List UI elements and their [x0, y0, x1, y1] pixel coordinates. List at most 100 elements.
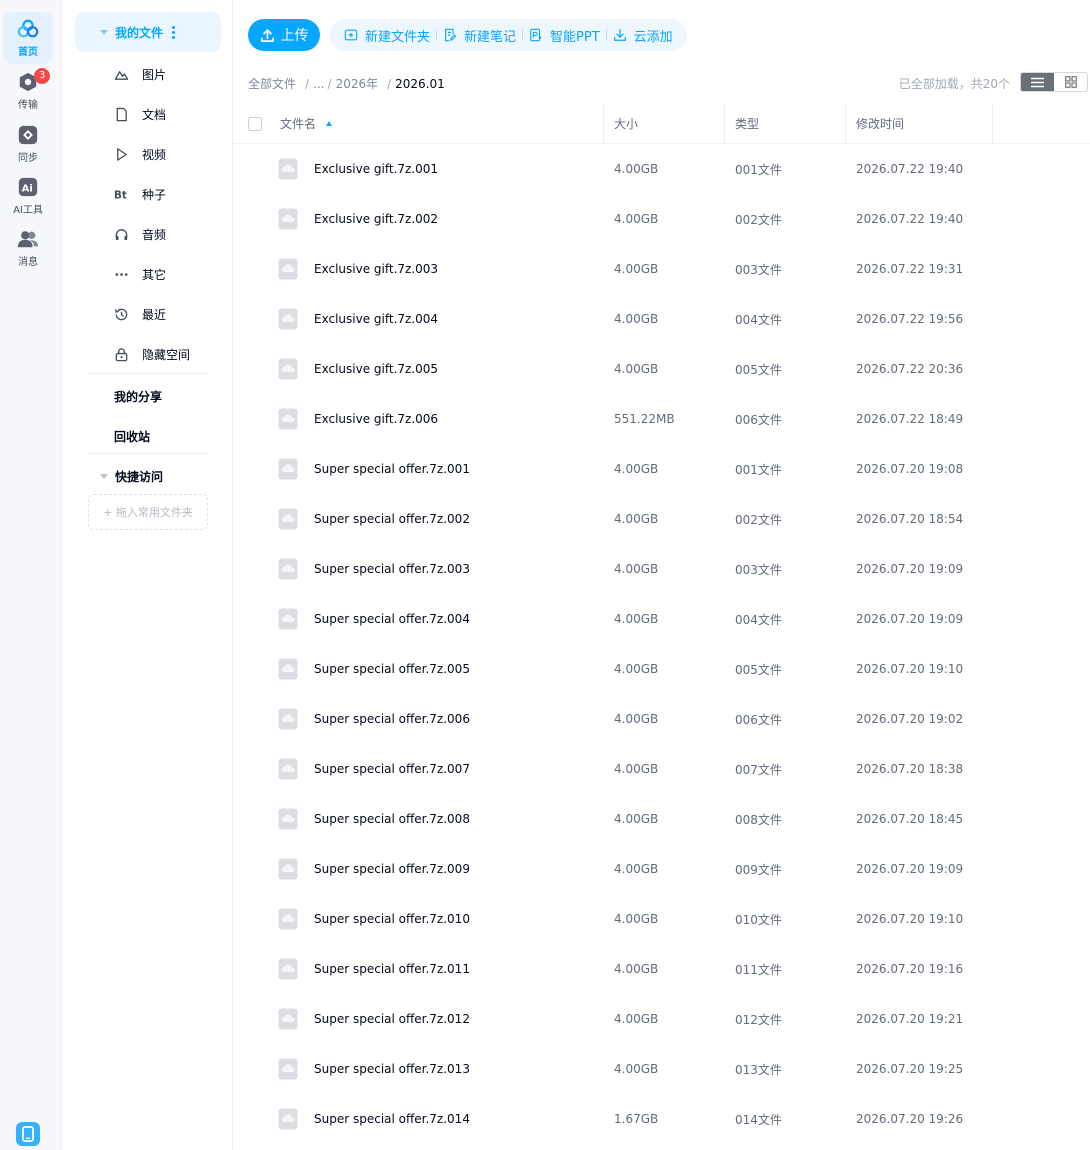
breadcrumb-ellipsis[interactable]: ...	[313, 77, 324, 91]
column-name[interactable]: 文件名	[280, 103, 333, 144]
file-name[interactable]: Exclusive gift.7z.002	[314, 194, 438, 244]
device-button[interactable]	[16, 1122, 40, 1146]
sidebar-item-my-share[interactable]: 我的分享	[114, 388, 162, 405]
rail-transfer[interactable]: 传输 3	[3, 65, 53, 117]
rail-ai-tools[interactable]: Ai AI工具	[3, 170, 53, 222]
table-row[interactable]: Exclusive gift.7z.001 4.00GB 001文件 2026.07.…	[233, 144, 1090, 194]
file-type: 014文件	[735, 1112, 782, 1127]
file-type: 002文件	[735, 512, 782, 527]
device-icon	[22, 1126, 34, 1142]
file-name[interactable]: Super special offer.7z.014	[314, 1094, 470, 1144]
file-name[interactable]: Exclusive gift.7z.003	[314, 244, 438, 294]
column-divider[interactable]	[603, 103, 604, 144]
message-icon	[17, 231, 39, 248]
breadcrumb-year[interactable]: 2026年	[336, 75, 379, 92]
table-row[interactable]: Super special offer.7z.010 4.00GB 010文件 202…	[233, 894, 1090, 944]
sidebar-my-files[interactable]: 我的文件	[75, 12, 221, 52]
select-all-checkbox[interactable]	[248, 116, 262, 131]
table-row[interactable]: Super special offer.7z.011 4.00GB 011文件 202…	[233, 944, 1090, 994]
table-row[interactable]: Exclusive gift.7z.005 4.00GB 005文件 2026.07.…	[233, 344, 1090, 394]
file-name[interactable]: Super special offer.7z.009	[314, 844, 470, 894]
file-name[interactable]: Super special offer.7z.004	[314, 594, 470, 644]
column-divider[interactable]	[724, 103, 725, 144]
file-size: 4.00GB	[614, 762, 659, 776]
column-divider[interactable]	[845, 103, 846, 144]
smart-ppt-button[interactable]: 智能PPT	[523, 19, 606, 51]
table-row[interactable]: Exclusive gift.7z.004 4.00GB 004文件 2026.07.…	[233, 294, 1090, 344]
sidebar-item-videos[interactable]: 视频	[114, 139, 224, 169]
table-row[interactable]: Super special offer.7z.001 4.00GB 001文件 202…	[233, 444, 1090, 494]
list-view-button[interactable]	[1021, 73, 1054, 91]
file-name[interactable]: Exclusive gift.7z.005	[314, 344, 438, 394]
file-name[interactable]: Super special offer.7z.007	[314, 744, 470, 794]
sidebar-item-audio[interactable]: 音频	[114, 219, 224, 249]
file-name[interactable]: Super special offer.7z.001	[314, 444, 470, 494]
sidebar-divider	[88, 373, 208, 374]
table-row[interactable]: Super special offer.7z.006 4.00GB 006文件 202…	[233, 694, 1090, 744]
sidebar-quick-access[interactable]: 快捷访问	[100, 468, 163, 485]
file-name[interactable]: Super special offer.7z.010	[314, 894, 470, 944]
sidebar-item-hidden-space[interactable]: 隐藏空间	[114, 339, 224, 369]
file-name[interactable]: Super special offer.7z.002	[314, 494, 470, 544]
file-name[interactable]: Exclusive gift.7z.004	[314, 294, 438, 344]
file-name[interactable]: Exclusive gift.7z.006	[314, 394, 438, 444]
sidebar-item-torrents[interactable]: Bt 种子	[114, 179, 224, 209]
sidebar-item-documents[interactable]: 文档	[114, 99, 224, 129]
archive-file-icon	[278, 458, 298, 480]
sidebar-item-label: 文档	[142, 107, 167, 122]
file-name[interactable]: Super special offer.7z.006	[314, 694, 470, 744]
transfer-count-badge: 3	[34, 68, 50, 84]
sidebar-item-recent[interactable]: 最近	[114, 299, 224, 329]
rail-home[interactable]: 首页	[3, 12, 53, 64]
sort-ascending-icon	[326, 121, 333, 126]
grid-view-button[interactable]	[1054, 73, 1087, 91]
table-row[interactable]: Super special offer.7z.002 4.00GB 002文件 202…	[233, 494, 1090, 544]
more-icon[interactable]	[172, 25, 176, 39]
table-row[interactable]: Exclusive gift.7z.006 551.22MB 006文件 2026.0…	[233, 394, 1090, 444]
column-type[interactable]: 类型	[735, 103, 759, 144]
breadcrumb-root[interactable]: 全部文件	[248, 75, 296, 92]
archive-file-icon	[278, 158, 298, 180]
rail-sync[interactable]: 同步	[3, 118, 53, 170]
sidebar-item-recycle-bin[interactable]: 回收站	[114, 428, 150, 445]
table-row[interactable]: Exclusive gift.7z.002 4.00GB 002文件 2026.07.…	[233, 194, 1090, 244]
new-folder-button[interactable]: 新建文件夹	[338, 19, 436, 51]
table-row[interactable]: Super special offer.7z.004 4.00GB 004文件 202…	[233, 594, 1090, 644]
column-divider[interactable]	[992, 103, 993, 144]
upload-button[interactable]: 上传	[248, 19, 320, 51]
file-name[interactable]: Super special offer.7z.003	[314, 544, 470, 594]
caret-down-icon	[100, 29, 108, 35]
column-modified[interactable]: 修改时间	[856, 103, 904, 144]
file-name[interactable]: Super special offer.7z.012	[314, 994, 470, 1044]
table-row[interactable]: Super special offer.7z.013 4.00GB 013文件 202…	[233, 1044, 1090, 1094]
table-row[interactable]: Super special offer.7z.012 4.00GB 012文件 202…	[233, 994, 1090, 1044]
file-name[interactable]: Super special offer.7z.011	[314, 944, 470, 994]
file-name[interactable]: Super special offer.7z.005	[314, 644, 470, 694]
file-size: 4.00GB	[614, 712, 659, 726]
breadcrumb-separator: /	[387, 76, 392, 91]
rail-messages[interactable]: 消息	[3, 222, 53, 274]
new-note-button[interactable]: 新建笔记	[437, 19, 522, 51]
table-row[interactable]: Super special offer.7z.005 4.00GB 005文件 202…	[233, 644, 1090, 694]
file-name[interactable]: Super special offer.7z.008	[314, 794, 470, 844]
table-row[interactable]: Super special offer.7z.009 4.00GB 009文件 202…	[233, 844, 1090, 894]
file-name[interactable]: Exclusive gift.7z.001	[314, 144, 438, 194]
archive-file-icon	[278, 1058, 298, 1080]
file-size: 4.00GB	[614, 1012, 659, 1026]
table-row[interactable]: Super special offer.7z.003 4.00GB 003文件 202…	[233, 544, 1090, 594]
file-name[interactable]: Super special offer.7z.013	[314, 1044, 470, 1094]
quick-access-drop-zone[interactable]: + 拖入常用文件夹	[88, 494, 208, 530]
cloud-add-button[interactable]: 云添加	[607, 19, 679, 51]
sidebar-divider	[88, 453, 208, 454]
table-row[interactable]: Super special offer.7z.007 4.00GB 007文件 202…	[233, 744, 1090, 794]
sidebar-item-pictures[interactable]: 图片	[114, 59, 224, 89]
table-row[interactable]: Exclusive gift.7z.003 4.00GB 003文件 2026.07.…	[233, 244, 1090, 294]
table-row[interactable]: Super special offer.7z.014 1.67GB 014文件 202…	[233, 1094, 1090, 1144]
list-view-icon	[1031, 77, 1044, 87]
column-size[interactable]: 大小	[614, 103, 638, 144]
column-modified-label: 修改时间	[856, 117, 905, 131]
table-row[interactable]: Super special offer.7z.008 4.00GB 008文件 202…	[233, 794, 1090, 844]
file-modified-time: 2026.07.20 19:09	[856, 612, 964, 626]
sidebar-item-other[interactable]: 其它	[114, 259, 224, 289]
file-modified-time: 2026.07.22 20:36	[856, 362, 964, 376]
